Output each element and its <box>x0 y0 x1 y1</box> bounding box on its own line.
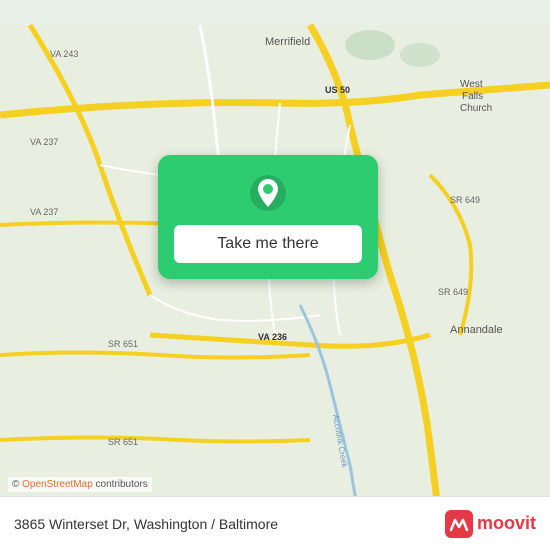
bottom-bar: 3865 Winterset Dr, Washington / Baltimor… <box>0 496 550 550</box>
map-container: VA 243 VA 237 VA 237 US 50 SR 649 SR 649… <box>0 0 550 550</box>
svg-text:Church: Church <box>460 103 492 114</box>
copyright-notice: © OpenStreetMap contributors <box>8 477 152 492</box>
svg-text:Annandale: Annandale <box>450 324 503 336</box>
moovit-brand-icon <box>445 510 473 538</box>
svg-text:VA 237: VA 237 <box>30 137 58 147</box>
svg-text:SR 651: SR 651 <box>108 339 138 349</box>
address-label: 3865 Winterset Dr, Washington / Baltimor… <box>14 516 278 532</box>
pin-icon <box>246 171 290 215</box>
svg-text:VA 243: VA 243 <box>50 49 78 59</box>
svg-text:VA 237: VA 237 <box>30 207 58 217</box>
svg-text:SR 651: SR 651 <box>108 437 138 447</box>
take-me-there-button[interactable]: Take me there <box>174 225 362 263</box>
svg-text:SR 649: SR 649 <box>450 195 480 205</box>
svg-text:Falls: Falls <box>462 91 483 102</box>
svg-text:US 50: US 50 <box>325 85 350 95</box>
copyright-text: © OpenStreetMap contributors <box>12 479 148 490</box>
svg-text:West: West <box>460 79 483 90</box>
location-card: Take me there <box>158 155 378 279</box>
moovit-text-label: moovit <box>477 513 536 534</box>
moovit-logo: moovit <box>445 510 536 538</box>
svg-text:VA 236: VA 236 <box>258 332 287 342</box>
svg-text:SR 649: SR 649 <box>438 287 468 297</box>
svg-text:Merrifield: Merrifield <box>265 36 310 48</box>
